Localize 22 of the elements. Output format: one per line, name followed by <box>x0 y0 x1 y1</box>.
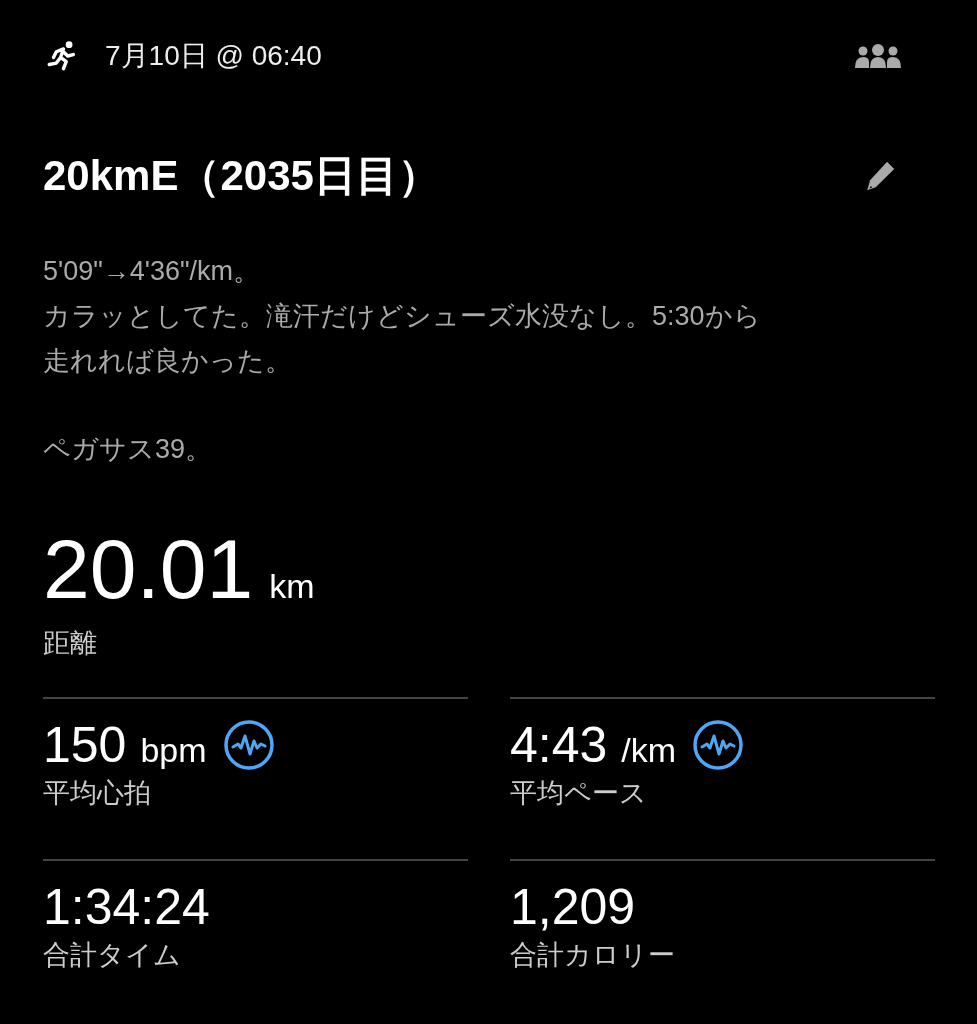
distance-unit: km <box>269 567 315 606</box>
stat-label: 平均心拍 <box>43 777 152 810</box>
stat-value: 4:43 <box>510 716 608 774</box>
description-line: カラッとしてた。滝汗だけどシューズ水没なし。5:30から <box>43 300 762 333</box>
activity-date: 7月10日 @ 06:40 <box>105 39 322 73</box>
distance-label: 距離 <box>43 627 98 660</box>
stat-value: 150 <box>43 716 127 774</box>
stat-unit: /km <box>621 730 677 770</box>
stat-value: 1:34:24 <box>43 878 210 936</box>
description-line: 走れれば良かった。 <box>43 345 293 378</box>
heart-rate-icon[interactable] <box>222 719 275 771</box>
heart-rate-icon[interactable] <box>692 719 745 771</box>
stat-value: 1,209 <box>510 878 636 936</box>
distance-value: 20.01 <box>43 527 254 611</box>
group-icon[interactable] <box>853 44 903 68</box>
stat-label: 平均ペース <box>510 777 648 810</box>
activity-title: 20kmE（2035日目） <box>43 151 440 201</box>
stat-label: 合計カロリー <box>510 939 676 972</box>
shoe-note: ペガサス39。 <box>43 433 214 466</box>
stat-unit: bpm <box>140 730 207 770</box>
stat-label: 合計タイム <box>43 939 182 972</box>
description-line: 5'09"→4'36"/km。 <box>43 255 262 288</box>
